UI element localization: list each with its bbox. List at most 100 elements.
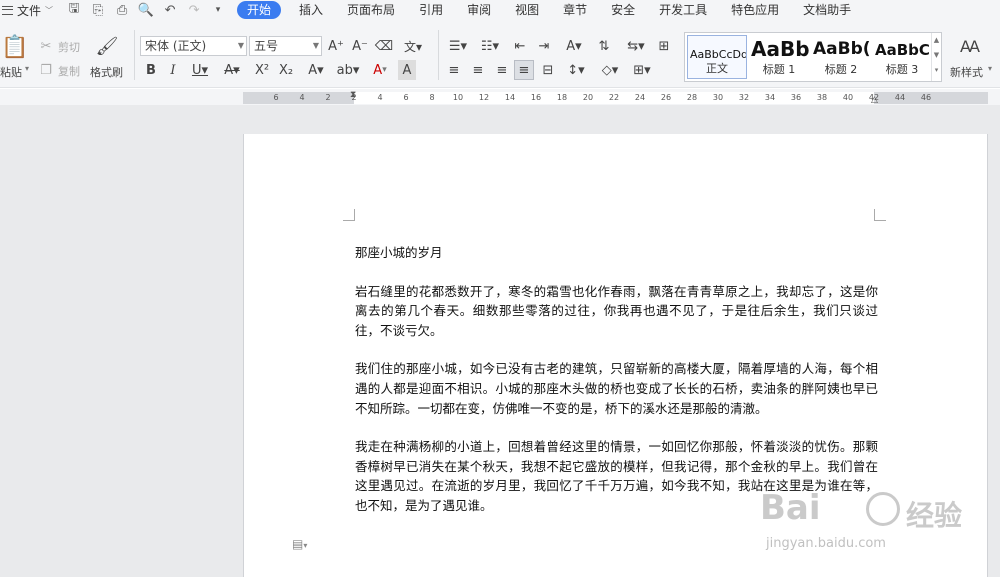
new-style-label[interactable]: 新样式: [950, 64, 983, 80]
line-spacing-icon[interactable]: ↕▾: [562, 60, 590, 80]
tab-chapter[interactable]: 章节: [551, 0, 599, 20]
cut-icon[interactable]: ✂: [38, 36, 54, 56]
tab-view[interactable]: 视图: [503, 0, 551, 20]
paragraph-layout-icon[interactable]: ▤▾: [292, 537, 307, 551]
style-name: 标题 1: [762, 63, 796, 76]
ruler-tick-label: 6: [273, 93, 279, 102]
ruler-tick-label: 40: [842, 93, 854, 102]
tab-insert[interactable]: 插入: [287, 0, 335, 20]
styles-gallery: AaBbCcDd 正文 AaBb 标题 1 AaBb( 标题 2 AaBbC 标…: [684, 32, 942, 82]
document-paragraph: 岩石缝里的花都悉数开了，寒冬的霜雪也化作春雨，飘落在青青草原之上，我却忘了，这是…: [355, 283, 878, 338]
tab-features[interactable]: 特色应用: [719, 0, 791, 20]
bullet-list-icon[interactable]: ☰▾: [444, 36, 472, 56]
superscript-icon[interactable]: X²: [252, 60, 272, 80]
font-name-select[interactable]: 宋体 (正文) ▼: [140, 36, 247, 56]
ruler-tick-label: 30: [712, 93, 724, 102]
grow-font-icon[interactable]: A⁺: [326, 36, 346, 56]
paste-dropdown-icon[interactable]: ▾: [25, 64, 29, 73]
text-direction-icon[interactable]: A▾: [560, 36, 588, 56]
ruler-tick-label: 22: [608, 93, 620, 102]
font-size-select[interactable]: 五号 ▼: [249, 36, 322, 56]
style-normal[interactable]: AaBbCcDd 正文: [687, 35, 747, 79]
format-painter-label[interactable]: 格式刷: [90, 64, 123, 80]
shrink-font-icon[interactable]: A⁻: [350, 36, 370, 56]
italic-icon[interactable]: I: [164, 60, 182, 80]
style-heading-1[interactable]: AaBb 标题 1: [749, 35, 809, 79]
print-preview-icon[interactable]: 🔍: [135, 1, 157, 19]
ruler-tick-label: 10: [452, 93, 464, 102]
format-painter-icon[interactable]: 🖌: [96, 34, 119, 58]
redo-icon[interactable]: ↷: [183, 1, 205, 19]
cut-button-label[interactable]: 剪切: [58, 39, 80, 55]
new-style-icon[interactable]: Ꜳ: [958, 34, 982, 58]
tab-security[interactable]: 安全: [599, 0, 647, 20]
copy-button-label[interactable]: 复制: [58, 63, 80, 79]
tab-home[interactable]: 开始: [237, 1, 282, 19]
tab-review[interactable]: 审阅: [455, 0, 503, 20]
styles-scroll[interactable]: ▲ ▼ ▾: [931, 33, 941, 81]
watermark-url: jingyan.baidu.com: [766, 536, 886, 551]
print-icon[interactable]: ⎙: [111, 1, 133, 19]
watermark-logo: Bai: [760, 488, 821, 528]
style-heading-3[interactable]: AaBbC 标题 3: [873, 35, 931, 79]
ruler-tick-label: 44: [894, 93, 906, 102]
tab-page-layout[interactable]: 页面布局: [335, 0, 407, 20]
undo-icon[interactable]: ↶: [159, 1, 181, 19]
text-effect-icon[interactable]: A▾: [302, 60, 330, 80]
sort-icon[interactable]: ⇅: [594, 36, 614, 56]
ribbon-tabs: 开始 插入 页面布局 引用 审阅 视图 章节 安全 开发工具 特色应用 文档助手: [237, 0, 863, 20]
justify-icon[interactable]: ≡: [514, 60, 534, 80]
ruler-tick-label: 34: [764, 93, 776, 102]
ruler-tick-label: 4: [377, 93, 383, 102]
ruler-tick-label: 2: [325, 93, 331, 102]
font-color-icon[interactable]: A ▾: [366, 60, 394, 80]
shading-icon[interactable]: ◇▾: [596, 60, 624, 80]
style-preview: AaBb: [751, 37, 809, 61]
show-marks-icon[interactable]: ⇆▾: [622, 36, 650, 56]
copy-icon[interactable]: ❐: [38, 60, 54, 80]
char-shading-icon[interactable]: A: [398, 60, 416, 80]
strikethrough-icon[interactable]: A▾: [218, 60, 246, 80]
group-separator: [134, 30, 135, 80]
export-pdf-icon[interactable]: ⎘: [87, 1, 109, 19]
customize-toolbar-icon[interactable]: ▾: [207, 1, 229, 19]
style-heading-2[interactable]: AaBb( 标题 2: [811, 35, 871, 79]
ruler-tick-label: 38: [816, 93, 828, 102]
subscript-icon[interactable]: X₂: [276, 60, 296, 80]
decrease-indent-icon[interactable]: ⇤: [510, 36, 530, 56]
paw-icon: [866, 492, 900, 526]
ruler-tick-label: 12: [478, 93, 490, 102]
tab-developer[interactable]: 开发工具: [647, 0, 719, 20]
new-style-dropdown-icon[interactable]: ▾: [988, 64, 992, 73]
table-of-contents-icon[interactable]: ⊞: [654, 36, 674, 56]
tab-references[interactable]: 引用: [407, 0, 455, 20]
ruler-tick-label: 8: [429, 93, 435, 102]
numbered-list-icon[interactable]: ☷▾: [476, 36, 504, 56]
ruler-tick-label: 24: [634, 93, 646, 102]
bold-icon[interactable]: B: [142, 60, 160, 80]
phonetic-guide-icon[interactable]: 文▾: [400, 36, 426, 56]
clear-format-icon[interactable]: ⌫: [374, 36, 394, 56]
ruler-tick-label: 16: [530, 93, 542, 102]
borders-icon[interactable]: ⊞▾: [628, 60, 656, 80]
tab-doc-assistant[interactable]: 文档助手: [791, 0, 863, 20]
document-paragraph: 我们住的那座小城，如今已没有古老的建筑，只留崭新的高楼大厦，隔着厚墙的人海，每个…: [355, 361, 878, 416]
ribbon: 📋 粘贴 ▾ ✂ 剪切 ❐ 复制 🖌 格式刷 宋体 (正文) ▼ 五号 ▼ A⁺…: [0, 20, 1000, 88]
align-left-icon[interactable]: ≡: [444, 60, 464, 80]
paste-button-label[interactable]: 粘贴: [0, 64, 22, 80]
paste-icon[interactable]: 📋: [1, 34, 28, 60]
ruler-tick-label: 46: [920, 93, 932, 102]
indent-marker-icon[interactable]: ⧗: [350, 90, 356, 100]
underline-icon[interactable]: U▾: [186, 60, 214, 80]
file-menu-button[interactable]: 文件 ﹀: [0, 0, 59, 20]
align-right-icon[interactable]: ≡: [492, 60, 512, 80]
save-icon[interactable]: 🖫: [63, 1, 85, 19]
ruler-tick-label: 4: [299, 93, 305, 102]
distributed-icon[interactable]: ⊟: [538, 60, 558, 80]
ruler-tick-label: 20: [582, 93, 594, 102]
right-indent-marker-icon[interactable]: △: [871, 95, 878, 105]
align-center-icon[interactable]: ≡: [468, 60, 488, 80]
watermark: Bai 经验 jingyan.baidu.com: [760, 488, 992, 574]
highlight-icon[interactable]: ab▾: [334, 60, 362, 80]
increase-indent-icon[interactable]: ⇥: [534, 36, 554, 56]
